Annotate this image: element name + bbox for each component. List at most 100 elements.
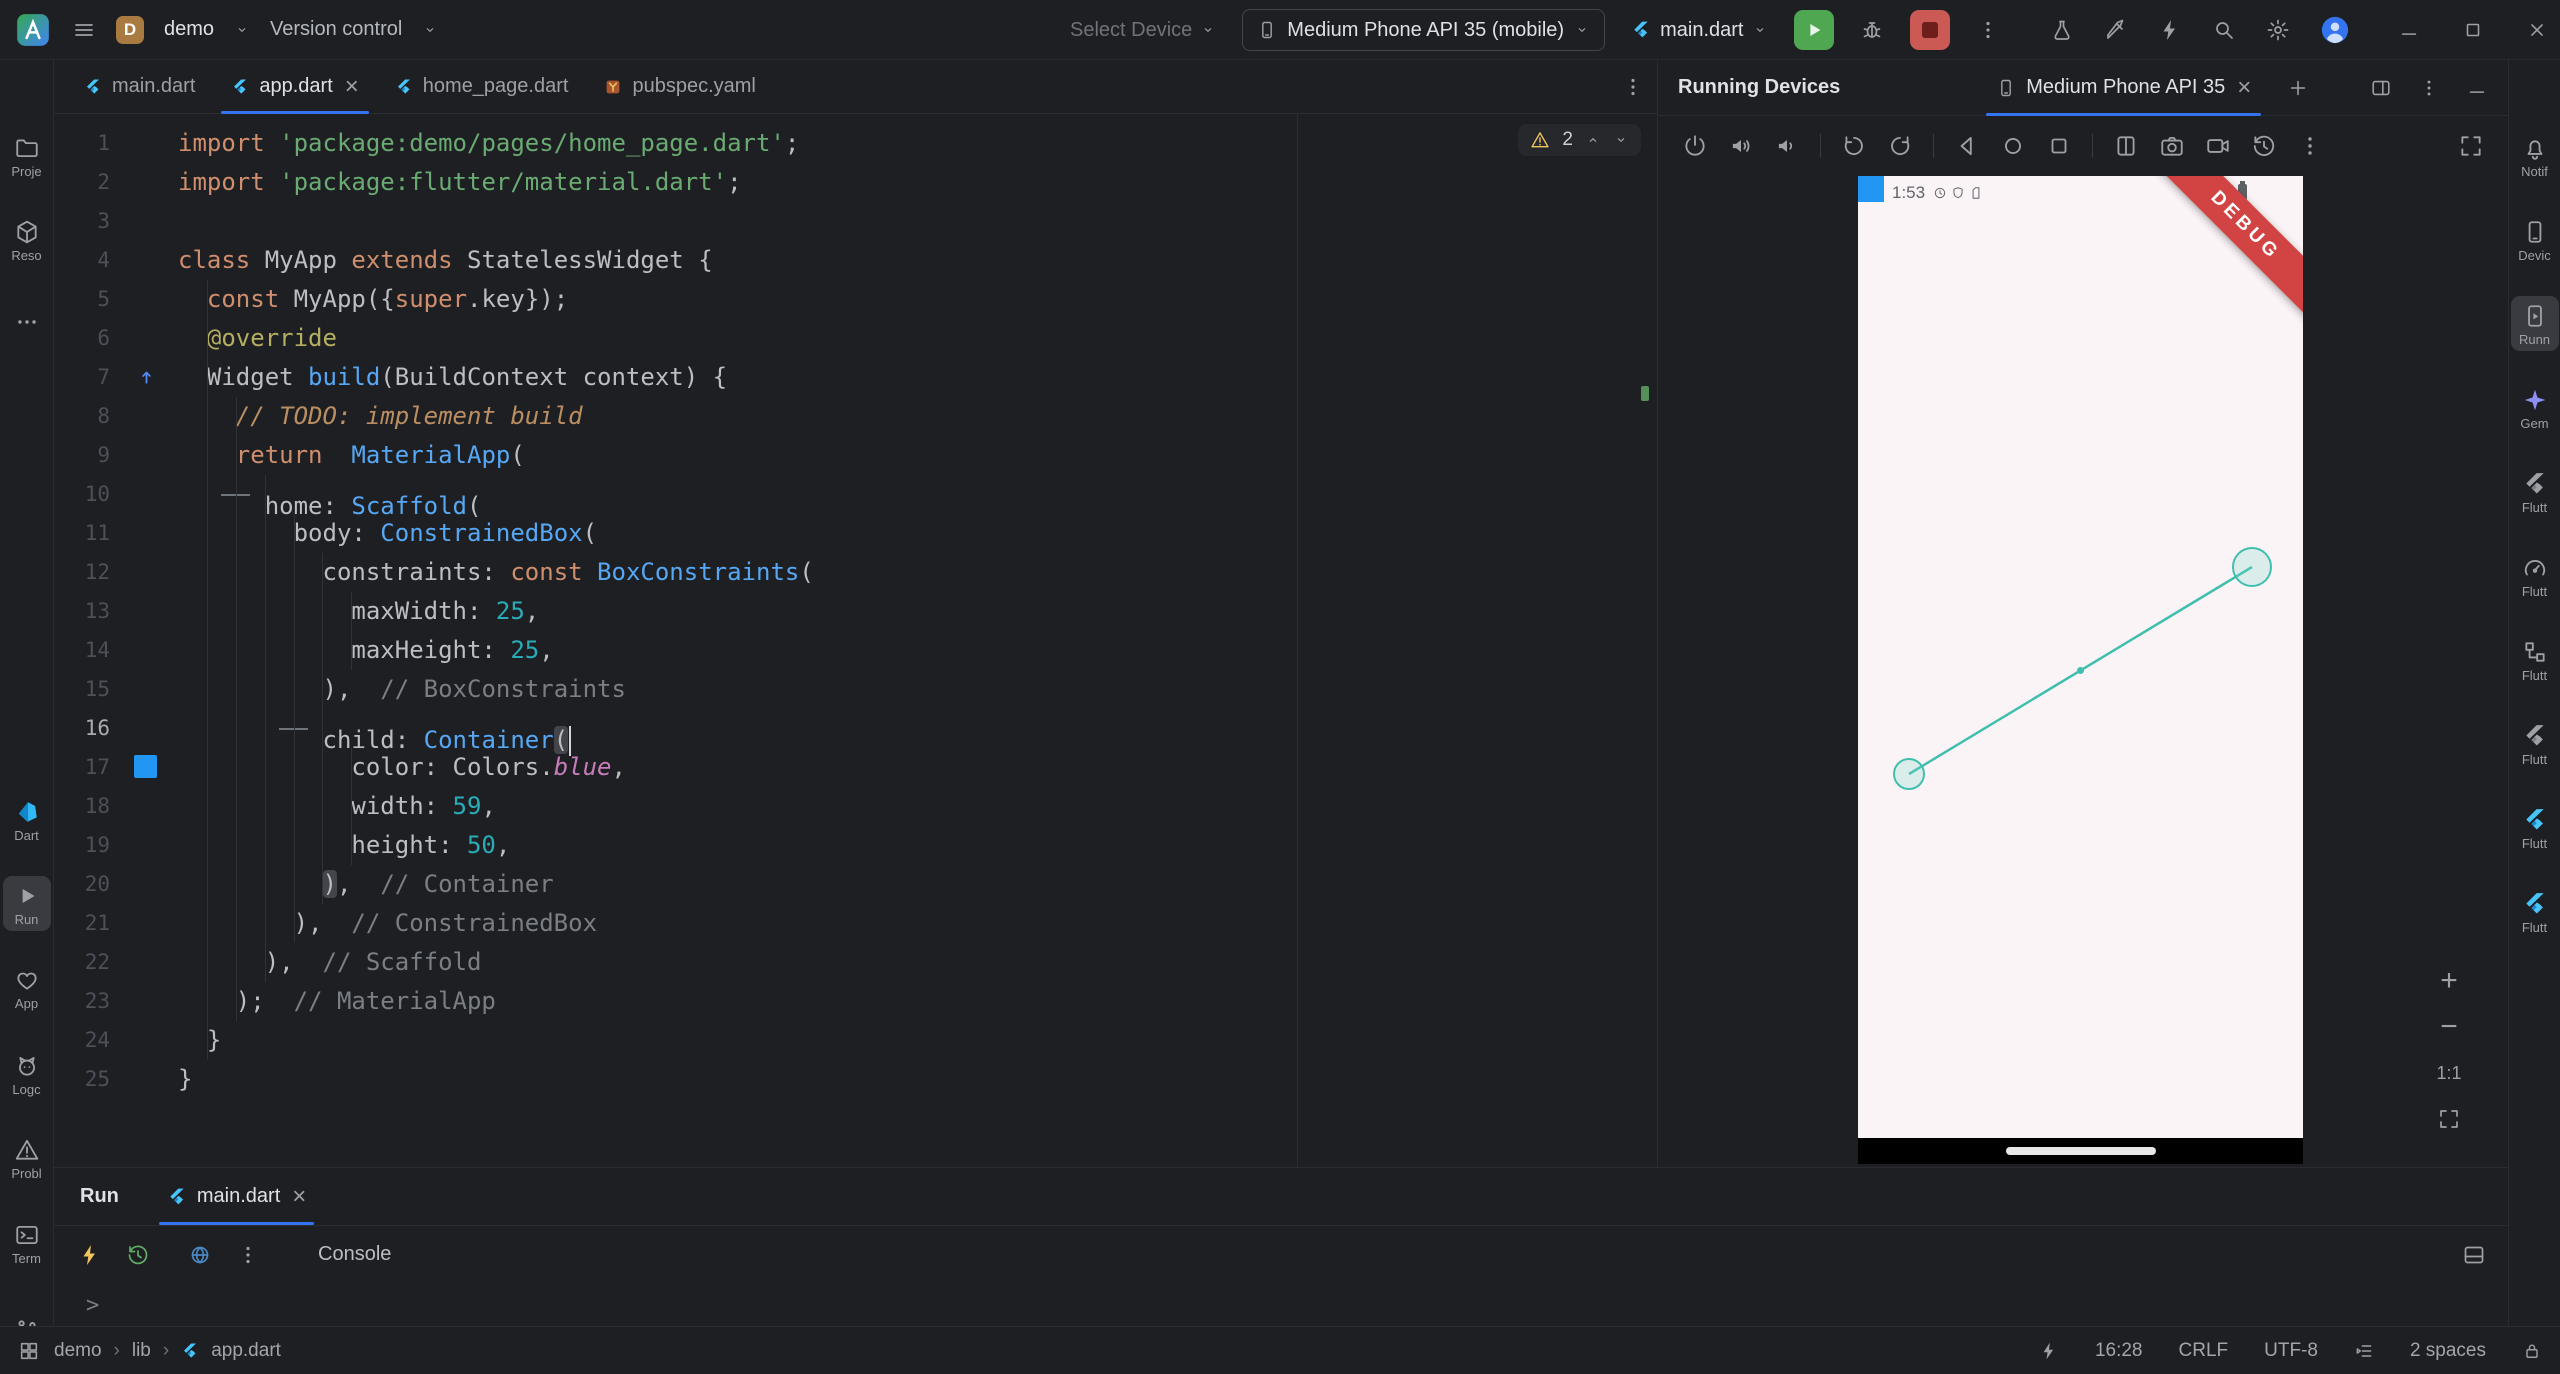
tool-button-dart-analysis[interactable]: Dart bbox=[3, 792, 51, 847]
line-number[interactable]: 8 bbox=[54, 397, 114, 436]
project-name[interactable]: demo bbox=[164, 18, 214, 41]
console-label[interactable]: Console bbox=[318, 1243, 391, 1266]
line-number[interactable]: 18 bbox=[54, 787, 114, 826]
tool-button-gemini[interactable]: Gem bbox=[2511, 380, 2559, 435]
tool-button-project[interactable]: Proje bbox=[3, 128, 51, 183]
close-run-tab-icon[interactable]: × bbox=[292, 1184, 306, 1209]
editor-tab-main.dart[interactable]: main.dart bbox=[66, 60, 213, 114]
fold-button[interactable] bbox=[2113, 133, 2139, 159]
avatar[interactable] bbox=[2320, 15, 2350, 45]
tool-button-problems[interactable]: Probl bbox=[3, 1130, 51, 1185]
select-device-dropdown[interactable]: Select Device bbox=[1070, 19, 1216, 42]
line-number[interactable]: 24 bbox=[54, 1021, 114, 1060]
editor-tab-home_page.dart[interactable]: home_page.dart bbox=[377, 60, 587, 114]
camera-button[interactable] bbox=[2159, 133, 2185, 159]
code-line[interactable]: 11 body: ConstrainedBox( bbox=[54, 514, 1657, 553]
tool-button-flutter-inspector[interactable]: Flutt bbox=[2511, 464, 2559, 519]
code-line[interactable]: 3 bbox=[54, 202, 1657, 241]
code-line[interactable]: 9 return MaterialApp( bbox=[54, 436, 1657, 475]
line-number[interactable]: 13 bbox=[54, 592, 114, 631]
gutter[interactable] bbox=[114, 1060, 178, 1099]
debug-button[interactable] bbox=[1860, 18, 1884, 42]
previous-problem-icon[interactable] bbox=[1585, 132, 1601, 148]
open-devtools-icon[interactable] bbox=[188, 1243, 212, 1267]
gutter[interactable] bbox=[114, 124, 178, 163]
editor-tab-app.dart[interactable]: app.dart × bbox=[213, 60, 376, 114]
tool-button-notifications[interactable]: Notif bbox=[2511, 128, 2559, 183]
tab-options-icon[interactable] bbox=[1621, 75, 1645, 99]
code-line[interactable]: 16 child: Container( bbox=[54, 709, 1657, 756]
line-number[interactable]: 16 bbox=[54, 709, 114, 748]
code-line[interactable]: 5 const MyApp({super.key}); bbox=[54, 280, 1657, 319]
gutter[interactable] bbox=[114, 202, 178, 241]
gutter[interactable] bbox=[114, 982, 178, 1021]
line-number[interactable]: 7 bbox=[54, 358, 114, 397]
line-number[interactable]: 20 bbox=[54, 865, 114, 904]
gutter[interactable] bbox=[114, 358, 178, 397]
code-line[interactable]: 23 ); // MaterialApp bbox=[54, 982, 1657, 1021]
tool-button-flutter-outline[interactable]: Flutt bbox=[2511, 632, 2559, 687]
line-number[interactable]: 2 bbox=[54, 163, 114, 202]
device-selector-dropdown[interactable]: Medium Phone API 35 (mobile) bbox=[1242, 9, 1606, 51]
readonly-lock-icon[interactable] bbox=[2522, 1341, 2542, 1361]
tool-button-logcat[interactable]: Logc bbox=[3, 1046, 51, 1101]
emulator-nav-bar[interactable] bbox=[1858, 1138, 2303, 1164]
circleO-button[interactable] bbox=[2000, 133, 2026, 159]
search-icon[interactable] bbox=[2212, 18, 2236, 42]
layout-settings-icon[interactable] bbox=[2462, 1243, 2486, 1267]
tool-button-app-quality-insights[interactable]: App bbox=[3, 960, 51, 1015]
maximize-button[interactable] bbox=[2462, 19, 2484, 41]
squareO-button[interactable] bbox=[2046, 133, 2072, 159]
fit-screen-button[interactable] bbox=[2428, 1098, 2470, 1140]
gutter[interactable] bbox=[114, 826, 178, 865]
chevron-down-icon[interactable] bbox=[234, 22, 250, 38]
hide-panel-icon[interactable] bbox=[2466, 77, 2488, 99]
minimize-button[interactable] bbox=[2398, 19, 2420, 41]
code-line[interactable]: 7 Widget build(BuildContext context) { bbox=[54, 358, 1657, 397]
more-actions-icon[interactable] bbox=[1976, 18, 2000, 42]
line-number[interactable]: 9 bbox=[54, 436, 114, 475]
tool-button-run[interactable]: Run bbox=[2, 876, 51, 931]
indent-setting[interactable]: 2 spaces bbox=[2410, 1340, 2486, 1362]
code-line[interactable]: 1 import 'package:demo/pages/home_page.da… bbox=[54, 124, 1657, 163]
code-line[interactable]: 8 // TODO: implement build bbox=[54, 397, 1657, 436]
line-number[interactable]: 11 bbox=[54, 514, 114, 553]
inspection-widget[interactable]: 2 bbox=[1518, 124, 1641, 156]
back-button[interactable] bbox=[1954, 133, 1980, 159]
vol-lo-button[interactable] bbox=[1774, 133, 1800, 159]
line-number[interactable]: 23 bbox=[54, 982, 114, 1021]
line-number[interactable]: 10 bbox=[54, 475, 114, 514]
settings-gear-icon[interactable] bbox=[2266, 18, 2290, 42]
panel-options-icon[interactable] bbox=[2418, 77, 2440, 99]
code-line[interactable]: 6 @override bbox=[54, 319, 1657, 358]
gutter[interactable] bbox=[114, 280, 178, 319]
file-encoding[interactable]: UTF-8 bbox=[2264, 1340, 2318, 1362]
gutter[interactable] bbox=[114, 670, 178, 709]
display-mode-button[interactable] bbox=[2458, 133, 2484, 159]
run-button[interactable] bbox=[1794, 10, 1835, 50]
profiler-lightning-icon[interactable] bbox=[2158, 18, 2182, 42]
close-tab-icon[interactable]: × bbox=[345, 74, 359, 99]
tool-button-flutter-attach[interactable]: Flutt bbox=[2511, 800, 2559, 855]
run-configuration-dropdown[interactable]: main.dart bbox=[1631, 19, 1768, 42]
zoom-in-button[interactable]: + bbox=[2428, 960, 2470, 1002]
code-line[interactable]: 19 height: 50, bbox=[54, 826, 1657, 865]
breadcrumb-file[interactable]: app.dart bbox=[211, 1340, 281, 1362]
code-line[interactable]: 17 color: Colors.blue, bbox=[54, 748, 1657, 787]
gutter[interactable] bbox=[114, 787, 178, 826]
code-line[interactable]: 20 ), // Container bbox=[54, 865, 1657, 904]
console-input[interactable]: > bbox=[54, 1283, 2508, 1327]
version-control-menu[interactable]: Version control bbox=[270, 18, 402, 41]
line-number[interactable]: 21 bbox=[54, 904, 114, 943]
more-button[interactable] bbox=[2297, 133, 2323, 159]
run-tab-main-dart[interactable]: main.dart × bbox=[153, 1168, 320, 1225]
color-swatch[interactable] bbox=[134, 755, 159, 780]
split-panel-icon[interactable] bbox=[2370, 77, 2392, 99]
line-number[interactable]: 6 bbox=[54, 319, 114, 358]
code-line[interactable]: 12 constraints: const BoxConstraints( bbox=[54, 553, 1657, 592]
history-button[interactable] bbox=[2251, 133, 2277, 159]
gutter[interactable] bbox=[114, 475, 178, 514]
line-number[interactable]: 4 bbox=[54, 241, 114, 280]
rot-l-button[interactable] bbox=[1841, 133, 1867, 159]
console-options-icon[interactable] bbox=[236, 1243, 260, 1267]
